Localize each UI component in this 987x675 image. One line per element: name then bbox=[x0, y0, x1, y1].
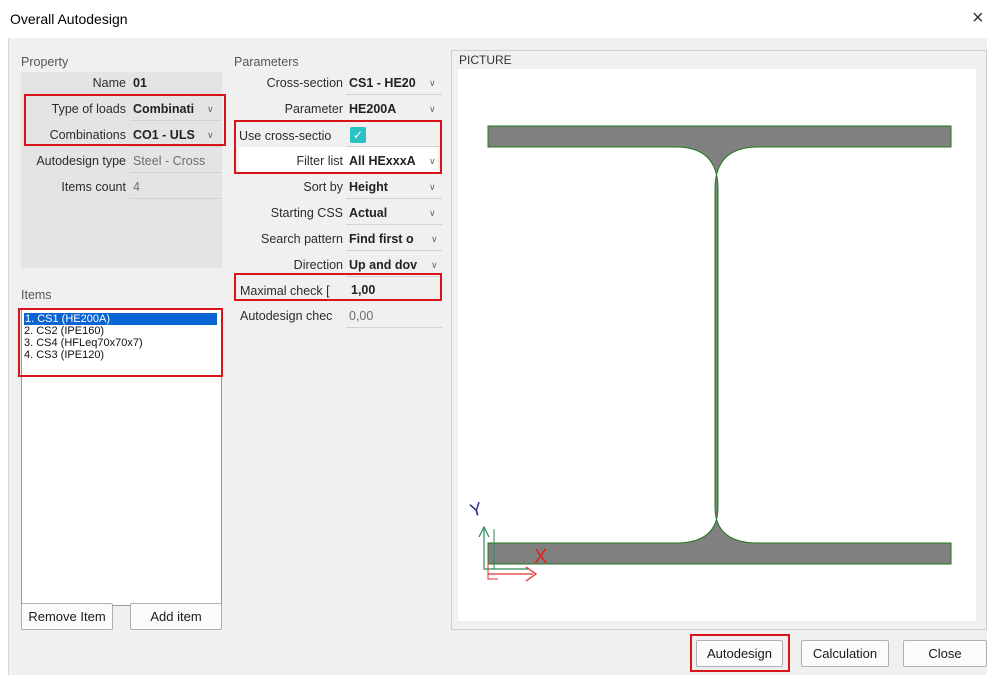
parameter-label: Parameter bbox=[284, 102, 343, 116]
cross-section-drawing: Y X bbox=[468, 125, 952, 582]
chevron-down-icon[interactable]: ∨ bbox=[429, 78, 436, 89]
autodesign-check-value: 0,00 bbox=[349, 309, 374, 323]
property-header: Property bbox=[21, 55, 69, 69]
search-pattern-label: Search pattern bbox=[261, 232, 343, 246]
name-label: Name bbox=[92, 76, 126, 90]
close-button[interactable]: Close bbox=[903, 640, 987, 667]
autodesign-check-label: Autodesign chec bbox=[240, 309, 333, 323]
items-count-value: 4 bbox=[133, 180, 140, 194]
chevron-down-icon[interactable]: ∨ bbox=[431, 234, 438, 245]
i-section-profile bbox=[487, 125, 952, 565]
cross-section-select[interactable]: CS1 - HE20 bbox=[349, 76, 429, 90]
cross-section-label: Cross-section bbox=[266, 76, 343, 90]
sort-by-label: Sort by bbox=[303, 180, 343, 194]
chevron-down-icon[interactable]: ∨ bbox=[429, 104, 436, 115]
autodesign-type-label: Autodesign type bbox=[36, 154, 126, 168]
highlight-box bbox=[24, 94, 226, 146]
sort-by-select[interactable]: Height bbox=[349, 180, 425, 194]
starting-css-label: Starting CSS bbox=[270, 206, 343, 220]
search-pattern-select[interactable]: Find first o bbox=[349, 232, 429, 246]
divider bbox=[130, 146, 222, 147]
window-title: Overall Autodesign bbox=[10, 11, 128, 27]
divider bbox=[346, 327, 442, 328]
picture-canvas: Y X bbox=[458, 69, 976, 621]
chevron-down-icon[interactable]: ∨ bbox=[429, 182, 436, 193]
divider bbox=[346, 198, 442, 199]
chevron-down-icon[interactable]: ∨ bbox=[431, 260, 438, 271]
direction-label: Direction bbox=[293, 258, 343, 272]
x-axis-label: X bbox=[534, 546, 547, 568]
name-value[interactable]: 01 bbox=[133, 76, 219, 90]
divider bbox=[130, 198, 222, 199]
chevron-down-icon[interactable]: ∨ bbox=[429, 208, 436, 219]
remove-item-button[interactable]: Remove Item bbox=[21, 603, 113, 630]
calculation-button[interactable]: Calculation bbox=[801, 640, 889, 667]
items-header: Items bbox=[21, 288, 52, 302]
divider bbox=[346, 94, 442, 95]
highlight-box bbox=[234, 273, 442, 301]
direction-select[interactable]: Up and dov bbox=[349, 258, 429, 272]
autodesign-type-value: Steel - Cross bbox=[133, 154, 206, 168]
highlight-box bbox=[690, 634, 790, 672]
highlight-box bbox=[18, 308, 223, 377]
parameters-header: Parameters bbox=[234, 55, 299, 69]
divider bbox=[346, 250, 442, 251]
title-bar: Overall Autodesign × bbox=[0, 0, 987, 38]
divider bbox=[130, 172, 222, 173]
y-axis-label: Y bbox=[468, 498, 485, 520]
starting-css-select[interactable]: Actual bbox=[349, 206, 425, 220]
divider bbox=[346, 224, 442, 225]
close-icon[interactable]: × bbox=[972, 7, 987, 29]
parameter-select[interactable]: HE200A bbox=[349, 102, 425, 116]
highlight-box bbox=[234, 120, 442, 174]
items-count-label: Items count bbox=[61, 180, 126, 194]
picture-header: PICTURE bbox=[459, 53, 512, 67]
add-item-button[interactable]: Add item bbox=[130, 603, 222, 630]
